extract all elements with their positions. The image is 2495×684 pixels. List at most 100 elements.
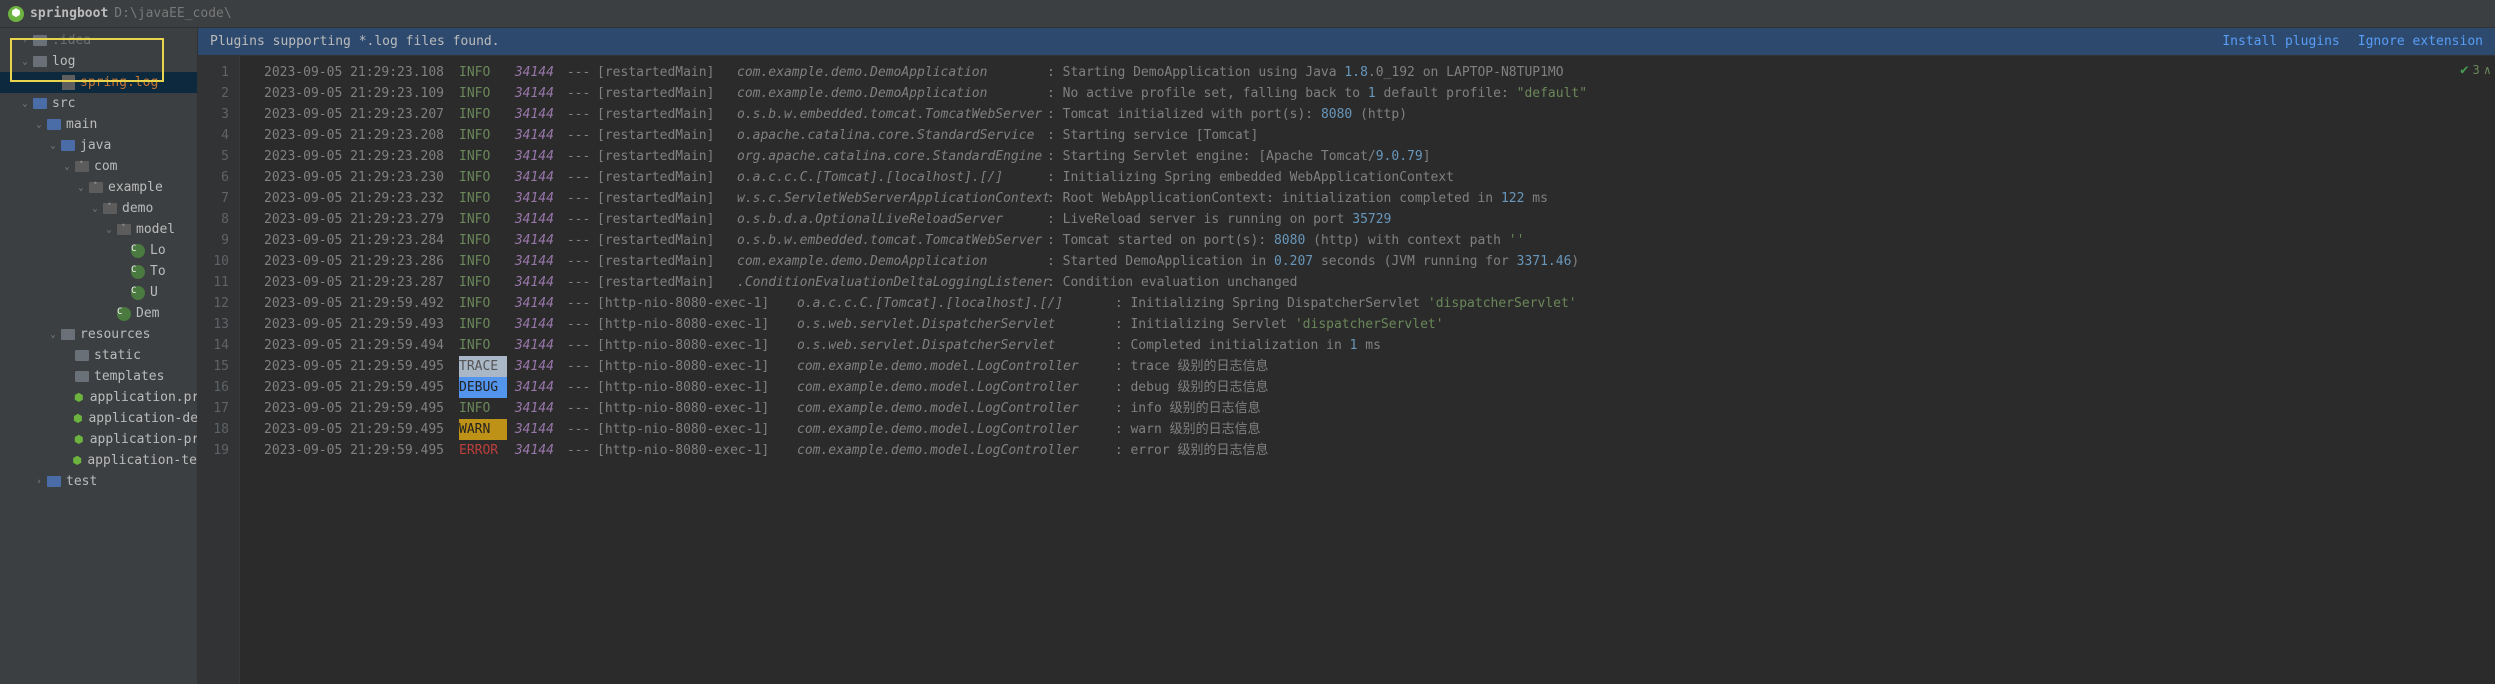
line-number[interactable]: 2: [208, 83, 229, 104]
tree-item-To[interactable]: CTo: [0, 261, 197, 282]
line-gutter[interactable]: 12345678910111213141516171819: [198, 56, 240, 684]
log-line[interactable]: 2023-09-05 21:29:23.287INFO 34144 --- [r…: [264, 272, 2495, 293]
log-line[interactable]: 2023-09-05 21:29:23.108INFO 34144 --- [r…: [264, 62, 2495, 83]
class-icon: C: [130, 264, 146, 280]
tree-item-java[interactable]: ⌄java: [0, 135, 197, 156]
line-number[interactable]: 6: [208, 167, 229, 188]
line-number[interactable]: 18: [208, 419, 229, 440]
tree-item-application-prod[interactable]: ⬢application-prod: [0, 429, 197, 450]
tree-item-templates[interactable]: templates: [0, 366, 197, 387]
log-pid: 34144: [507, 104, 559, 125]
log-message: : trace 级别的日志信息: [1107, 356, 1268, 377]
log-logger: com.example.demo.DemoApplication: [737, 62, 1047, 83]
tree-item-application-prop[interactable]: ⬢application.prop: [0, 387, 197, 408]
tree-item-static[interactable]: static: [0, 345, 197, 366]
tree-arrow-icon[interactable]: ⌄: [18, 99, 32, 109]
log-line[interactable]: 2023-09-05 21:29:59.494INFO 34144 --- [h…: [264, 335, 2495, 356]
tree-item-demo[interactable]: ⌄demo: [0, 198, 197, 219]
install-plugins-link[interactable]: Install plugins: [2222, 34, 2339, 49]
tree-item-label: main: [66, 117, 97, 132]
tree-item-label: .idea: [52, 33, 91, 48]
log-line[interactable]: 2023-09-05 21:29:59.495WARN 34144 --- [h…: [264, 419, 2495, 440]
log-pid: 34144: [507, 356, 559, 377]
line-number[interactable]: 5: [208, 146, 229, 167]
log-line[interactable]: 2023-09-05 21:29:59.495INFO 34144 --- [h…: [264, 398, 2495, 419]
tree-item-application-dev-p[interactable]: ⬢application-dev.p: [0, 408, 197, 429]
log-line[interactable]: 2023-09-05 21:29:23.279INFO 34144 --- [r…: [264, 209, 2495, 230]
log-line[interactable]: 2023-09-05 21:29:59.495ERROR 34144 --- […: [264, 440, 2495, 461]
tree-arrow-icon[interactable]: ⌄: [32, 120, 46, 130]
tree-arrow-icon[interactable]: ⌄: [60, 162, 74, 172]
tree-item-example[interactable]: ⌄example: [0, 177, 197, 198]
tree-item-application-test-p[interactable]: ⬢application-test.p: [0, 450, 197, 471]
tree-item-test[interactable]: › test: [0, 471, 197, 492]
tree-item--idea[interactable]: › .idea: [0, 30, 197, 51]
line-number[interactable]: 3: [208, 104, 229, 125]
tree-item-Dem[interactable]: CDem: [0, 303, 197, 324]
log-line[interactable]: 2023-09-05 21:29:59.495DEBUG 34144 --- […: [264, 377, 2495, 398]
log-line[interactable]: 2023-09-05 21:29:23.286INFO 34144 --- [r…: [264, 251, 2495, 272]
log-line[interactable]: 2023-09-05 21:29:23.284INFO 34144 --- [r…: [264, 230, 2495, 251]
line-number[interactable]: 10: [208, 251, 229, 272]
log-line[interactable]: 2023-09-05 21:29:59.495TRACE 34144 --- […: [264, 356, 2495, 377]
line-number[interactable]: 7: [208, 188, 229, 209]
tree-item-model[interactable]: ⌄model: [0, 219, 197, 240]
tree-arrow-icon[interactable]: ›: [32, 477, 46, 487]
package-icon: [88, 180, 104, 196]
tree-arrow-icon[interactable]: ⌄: [46, 141, 60, 151]
log-timestamp: 2023-09-05 21:29:59.495: [264, 419, 459, 440]
check-icon: ✔: [2460, 62, 2468, 78]
line-number[interactable]: 9: [208, 230, 229, 251]
line-number[interactable]: 8: [208, 209, 229, 230]
log-line[interactable]: 2023-09-05 21:29:23.232INFO 34144 --- [r…: [264, 188, 2495, 209]
tree-arrow-icon[interactable]: ⌄: [74, 183, 88, 193]
line-number[interactable]: 4: [208, 125, 229, 146]
log-pid: 34144: [507, 230, 559, 251]
log-logger: com.example.demo.DemoApplication: [737, 251, 1047, 272]
line-number[interactable]: 17: [208, 398, 229, 419]
tree-item-Lo[interactable]: CLo: [0, 240, 197, 261]
log-line[interactable]: 2023-09-05 21:29:23.208INFO 34144 --- [r…: [264, 146, 2495, 167]
log-line[interactable]: 2023-09-05 21:29:59.493INFO 34144 --- [h…: [264, 314, 2495, 335]
log-line[interactable]: 2023-09-05 21:29:23.109INFO 34144 --- [r…: [264, 83, 2495, 104]
tree-arrow-icon[interactable]: ⌄: [18, 57, 32, 67]
log-line[interactable]: 2023-09-05 21:29:23.208INFO 34144 --- [r…: [264, 125, 2495, 146]
inspection-widget[interactable]: ✔ 3 ∧: [2460, 62, 2491, 78]
log-separator: ---: [559, 356, 597, 377]
log-separator: ---: [559, 188, 597, 209]
line-number[interactable]: 13: [208, 314, 229, 335]
tree-item-main[interactable]: ⌄ main: [0, 114, 197, 135]
ignore-extension-link[interactable]: Ignore extension: [2358, 34, 2483, 49]
line-number[interactable]: 1: [208, 62, 229, 83]
line-number[interactable]: 12: [208, 293, 229, 314]
log-thread: [http-nio-8080-exec-1]: [597, 419, 797, 440]
editor-area[interactable]: 12345678910111213141516171819 2023-09-05…: [198, 56, 2495, 684]
tree-item-log[interactable]: ⌄log: [0, 51, 197, 72]
tree-item-label: test: [66, 474, 97, 489]
tree-arrow-icon[interactable]: ⌄: [88, 204, 102, 214]
tree-item-resources[interactable]: ⌄resources: [0, 324, 197, 345]
line-number[interactable]: 11: [208, 272, 229, 293]
log-separator: ---: [559, 83, 597, 104]
log-logger: com.example.demo.model.LogController: [797, 440, 1107, 461]
tree-arrow-icon[interactable]: ⌄: [102, 225, 116, 235]
folder-icon: [32, 33, 48, 49]
line-number[interactable]: 16: [208, 377, 229, 398]
tree-item-com[interactable]: ⌄com: [0, 156, 197, 177]
log-content[interactable]: 2023-09-05 21:29:23.108INFO 34144 --- [r…: [240, 56, 2495, 684]
log-line[interactable]: 2023-09-05 21:29:23.230INFO 34144 --- [r…: [264, 167, 2495, 188]
tree-arrow-icon[interactable]: ⌄: [46, 330, 60, 340]
tree-item-src[interactable]: ⌄src: [0, 93, 197, 114]
line-number[interactable]: 15: [208, 356, 229, 377]
tree-item-spring-log[interactable]: spring.log: [0, 72, 197, 93]
line-number[interactable]: 14: [208, 335, 229, 356]
line-number[interactable]: 19: [208, 440, 229, 461]
log-level: INFO: [459, 104, 507, 125]
log-pid: 34144: [507, 83, 559, 104]
log-line[interactable]: 2023-09-05 21:29:23.207INFO 34144 --- [r…: [264, 104, 2495, 125]
log-line[interactable]: 2023-09-05 21:29:59.492INFO 34144 --- [h…: [264, 293, 2495, 314]
tree-item-U[interactable]: CU: [0, 282, 197, 303]
tree-arrow-icon[interactable]: ›: [18, 36, 32, 46]
project-tree[interactable]: ›.idea⌄logspring.log⌄src⌄main⌄java⌄com⌄e…: [0, 28, 198, 684]
log-level: INFO: [459, 209, 507, 230]
